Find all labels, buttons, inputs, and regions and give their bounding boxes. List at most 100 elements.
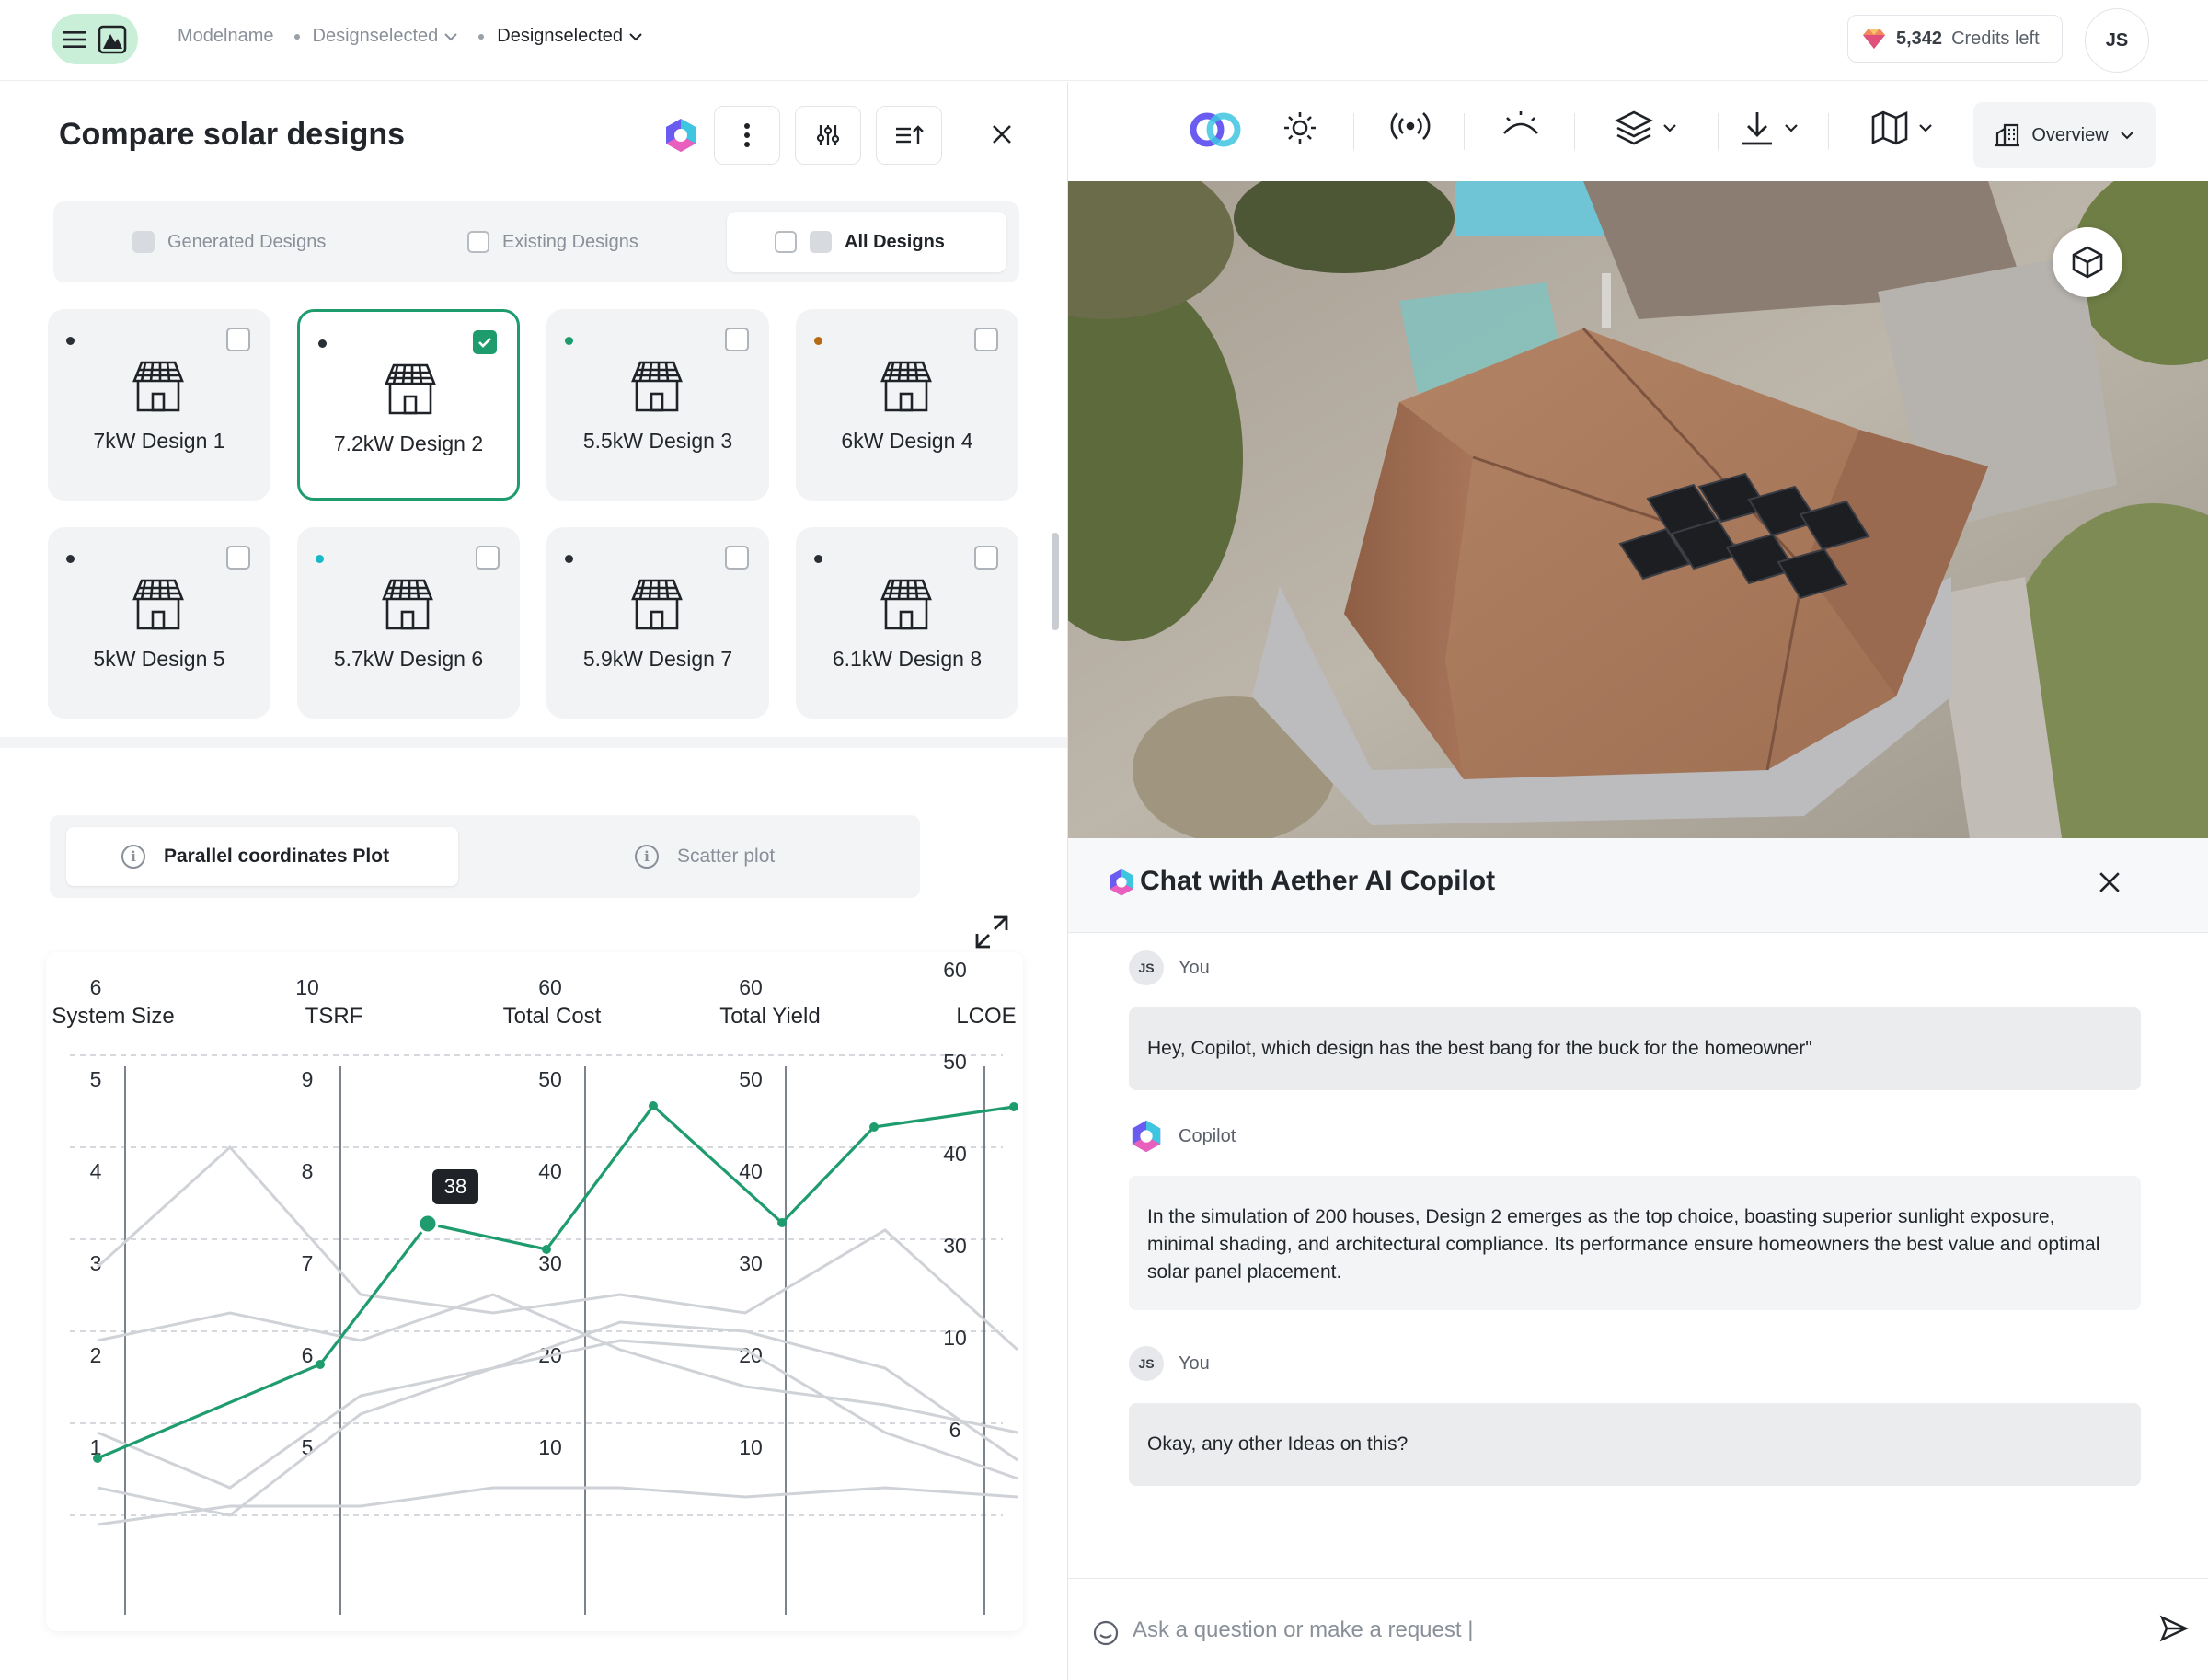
solar-house-icon [631, 361, 683, 412]
horizon-button[interactable] [1501, 109, 1541, 143]
tick-label: 50 [538, 1067, 562, 1091]
design-card[interactable]: 5.7kW Design 6 [297, 527, 520, 719]
design-card[interactable]: 5.5kW Design 3 [546, 309, 769, 501]
sun-icon [1284, 112, 1316, 144]
tick-label: 20 [739, 1343, 763, 1367]
tick-label: 30 [538, 1251, 562, 1275]
design-card[interactable]: 6kW Design 4 [796, 309, 1018, 501]
design-checkbox[interactable] [473, 330, 497, 354]
tick-label: 9 [302, 1067, 314, 1091]
message-author: Copilot [1129, 1119, 1236, 1154]
section-divider [0, 737, 1067, 748]
aerial-3d-view[interactable] [1068, 181, 2208, 838]
info-icon: i [121, 845, 145, 869]
copilot-logo-icon[interactable] [662, 117, 699, 158]
status-dot [565, 555, 573, 563]
send-button[interactable] [2159, 1614, 2189, 1648]
map-style-dropdown[interactable] [1870, 109, 1933, 146]
map-toolbar: Overview [1068, 82, 2208, 181]
check-icon [478, 338, 491, 348]
tick-label: 8 [302, 1159, 314, 1183]
sort-button[interactable] [876, 106, 942, 165]
sun-analysis-button[interactable] [1282, 109, 1318, 146]
design-label: 5.7kW Design 6 [333, 647, 484, 671]
signal-button[interactable] [1390, 109, 1431, 143]
emoji-button[interactable] [1092, 1619, 1120, 1651]
design-filter-tabs: Generated Designs Existing Designs All D… [53, 201, 1019, 282]
design-checkbox[interactable] [226, 546, 250, 570]
smiley-icon [1093, 1620, 1119, 1646]
design-label: 5kW Design 5 [93, 647, 225, 671]
chevron-down-icon [1919, 124, 1932, 132]
checkbox[interactable] [132, 231, 155, 253]
close-chat-button[interactable] [2099, 871, 2121, 898]
breadcrumb-design-1[interactable]: Designselected [293, 26, 459, 47]
design-checkbox[interactable] [974, 328, 998, 351]
tab-scatter-plot[interactable]: i Scatter plot [635, 815, 775, 898]
chevron-down-icon [1785, 124, 1798, 132]
avatar: JS [1129, 1346, 1164, 1381]
chevron-down-icon [629, 32, 642, 40]
cube-icon [2072, 246, 2103, 279]
more-options-button[interactable] [714, 106, 780, 165]
status-dot [565, 337, 573, 345]
copilot-toggle[interactable] [1190, 108, 1241, 152]
compare-panel: Compare solar designs Generated Designs … [0, 82, 1067, 1680]
data-point [777, 1218, 787, 1227]
design-checkbox[interactable] [725, 328, 749, 351]
expand-plot-button[interactable] [973, 914, 1010, 955]
tab-all-designs[interactable]: All Designs [727, 212, 1006, 272]
breadcrumb: Modelname Designselected Designselected [178, 26, 663, 47]
scrollbar[interactable] [1052, 533, 1059, 630]
design-card[interactable]: 5kW Design 5 [48, 527, 270, 719]
design-card[interactable]: 7kW Design 1 [48, 309, 270, 501]
checkbox[interactable] [775, 231, 797, 253]
tick-label: 10 [538, 1435, 562, 1459]
status-dot [66, 337, 75, 345]
solar-house-icon [631, 579, 683, 630]
chat-input[interactable]: Ask a question or make a request | [1133, 1617, 1473, 1643]
tab-parallel-coordinates[interactable]: i Parallel coordinates Plot [66, 827, 458, 886]
view-mode-dropdown[interactable]: Overview [1973, 102, 2156, 168]
design-card[interactable]: 6.1kW Design 8 [796, 527, 1018, 719]
design-card[interactable]: 5.9kW Design 7 [546, 527, 769, 719]
tab-existing-designs[interactable]: Existing Designs [467, 201, 638, 282]
menu-button[interactable] [52, 14, 138, 64]
breadcrumb-design-2[interactable]: Designselected [478, 26, 643, 47]
breadcrumb-model[interactable]: Modelname [178, 26, 274, 47]
chevron-down-icon [2120, 132, 2133, 140]
data-point [1009, 1102, 1018, 1111]
design-checkbox[interactable] [974, 546, 998, 570]
layers-icon [1615, 110, 1653, 145]
design-card[interactable]: 7.2kW Design 2 [297, 309, 520, 501]
gem-icon [1863, 29, 1885, 49]
tick-label: 50 [943, 1050, 967, 1074]
design-label: 6.1kW Design 8 [832, 647, 983, 671]
copilot-chat: Chat with Aether AI Copilot JS You Hey, … [1068, 838, 2208, 1680]
design-label: 7kW Design 1 [93, 429, 225, 453]
design-checkbox[interactable] [725, 546, 749, 570]
3d-view-toggle[interactable] [2053, 227, 2122, 297]
close-panel-button[interactable] [986, 119, 1018, 150]
credits-count: 5,342 [1896, 28, 1943, 49]
credits-badge[interactable]: 5,342 Credits left [1847, 15, 2063, 63]
copilot-logo-icon [1132, 1120, 1161, 1153]
design-checkbox[interactable] [476, 546, 500, 570]
filter-settings-button[interactable] [795, 106, 861, 165]
user-avatar[interactable]: JS [2085, 8, 2149, 73]
info-icon: i [635, 845, 659, 869]
design-label: 5.5kW Design 3 [582, 429, 733, 453]
roof-render-image [1068, 181, 2208, 838]
tick-label: 10 [739, 1435, 763, 1459]
download-dropdown[interactable] [1740, 109, 1799, 146]
tick-label: 40 [943, 1142, 967, 1166]
chevron-down-icon [1663, 124, 1676, 132]
tick-label: 40 [538, 1159, 562, 1183]
checkbox[interactable] [810, 231, 832, 253]
download-icon [1742, 112, 1772, 145]
broadcast-icon [1390, 112, 1431, 140]
design-checkbox[interactable] [226, 328, 250, 351]
checkbox[interactable] [467, 231, 489, 253]
layers-dropdown[interactable] [1615, 109, 1677, 146]
tab-generated-designs[interactable]: Generated Designs [132, 201, 326, 282]
